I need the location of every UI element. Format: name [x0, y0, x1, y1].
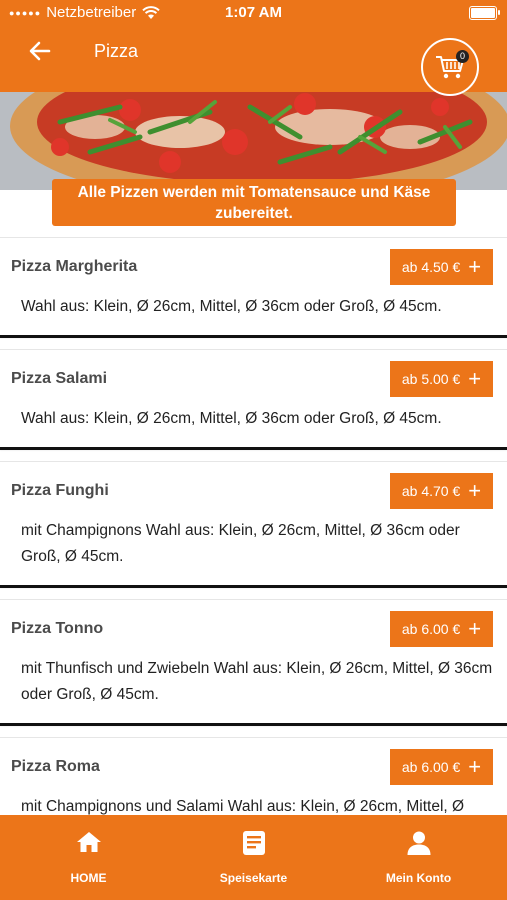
plus-icon: +: [468, 366, 482, 391]
add-to-cart-button[interactable]: ab 4.70 € +: [390, 473, 493, 509]
tab-mein-konto-label: Mein Konto: [385, 871, 452, 885]
bottom-navigation: HOME Speisekarte Mein Konto: [0, 815, 507, 900]
pizza-hero-image: [0, 92, 507, 190]
tab-speisekarte-label: Speisekarte: [219, 871, 288, 885]
status-time: 1:07 AM: [225, 4, 282, 21]
arrow-left-icon: [29, 41, 51, 61]
item-name: Pizza Roma: [11, 758, 100, 775]
tab-home-label: HOME: [70, 871, 107, 885]
add-to-cart-button[interactable]: ab 6.00 € +: [390, 611, 493, 647]
menu-item: Pizza Salami ab 5.00 € + Wahl aus: Klein…: [0, 349, 507, 450]
add-to-cart-button[interactable]: ab 5.00 € +: [390, 361, 493, 397]
item-price: ab 4.70 €: [401, 483, 461, 499]
tab-mein-konto[interactable]: Mein Konto: [334, 815, 503, 900]
item-name: Pizza Margherita: [11, 258, 138, 275]
item-name: Pizza Salami: [11, 370, 108, 387]
plus-icon: +: [468, 478, 482, 503]
page-title: Pizza: [94, 41, 139, 61]
item-price: ab 4.50 €: [401, 259, 461, 275]
cart-count-badge: 0: [456, 50, 469, 63]
account-icon: [407, 831, 430, 855]
item-name: Pizza Tonno: [11, 620, 104, 637]
status-bar: ●●●●● Netzbetreiber 1:07 AM: [0, 0, 507, 26]
tab-speisekarte[interactable]: Speisekarte: [169, 815, 338, 900]
cart-button[interactable]: [421, 38, 479, 96]
back-button[interactable]: [26, 38, 54, 64]
info-banner: Alle Pizzen werden mit Tomatensauce und …: [52, 179, 456, 226]
item-name: Pizza Funghi: [11, 482, 109, 499]
menu-item: Pizza Funghi ab 4.70 € + mit Champignons…: [0, 461, 507, 588]
tab-home[interactable]: HOME: [4, 815, 173, 900]
item-price: ab 5.00 €: [401, 371, 461, 387]
menu-item: Pizza Tonno ab 6.00 € + mit Thunfisch un…: [0, 599, 507, 726]
plus-icon: +: [468, 754, 482, 779]
plus-icon: +: [468, 254, 482, 279]
menu-list: Pizza Margherita ab 4.50 € + Wahl aus: K…: [0, 237, 507, 875]
menu-card-icon: [242, 831, 265, 855]
add-to-cart-button[interactable]: ab 6.00 € +: [390, 749, 493, 785]
plus-icon: +: [468, 616, 482, 641]
item-price: ab 6.00 €: [401, 759, 461, 775]
home-icon: [76, 832, 101, 852]
item-price: ab 6.00 €: [401, 621, 461, 637]
menu-item: Pizza Margherita ab 4.50 € + Wahl aus: K…: [0, 237, 507, 338]
battery-icon: [469, 6, 500, 20]
add-to-cart-button[interactable]: ab 4.50 € +: [390, 249, 493, 285]
